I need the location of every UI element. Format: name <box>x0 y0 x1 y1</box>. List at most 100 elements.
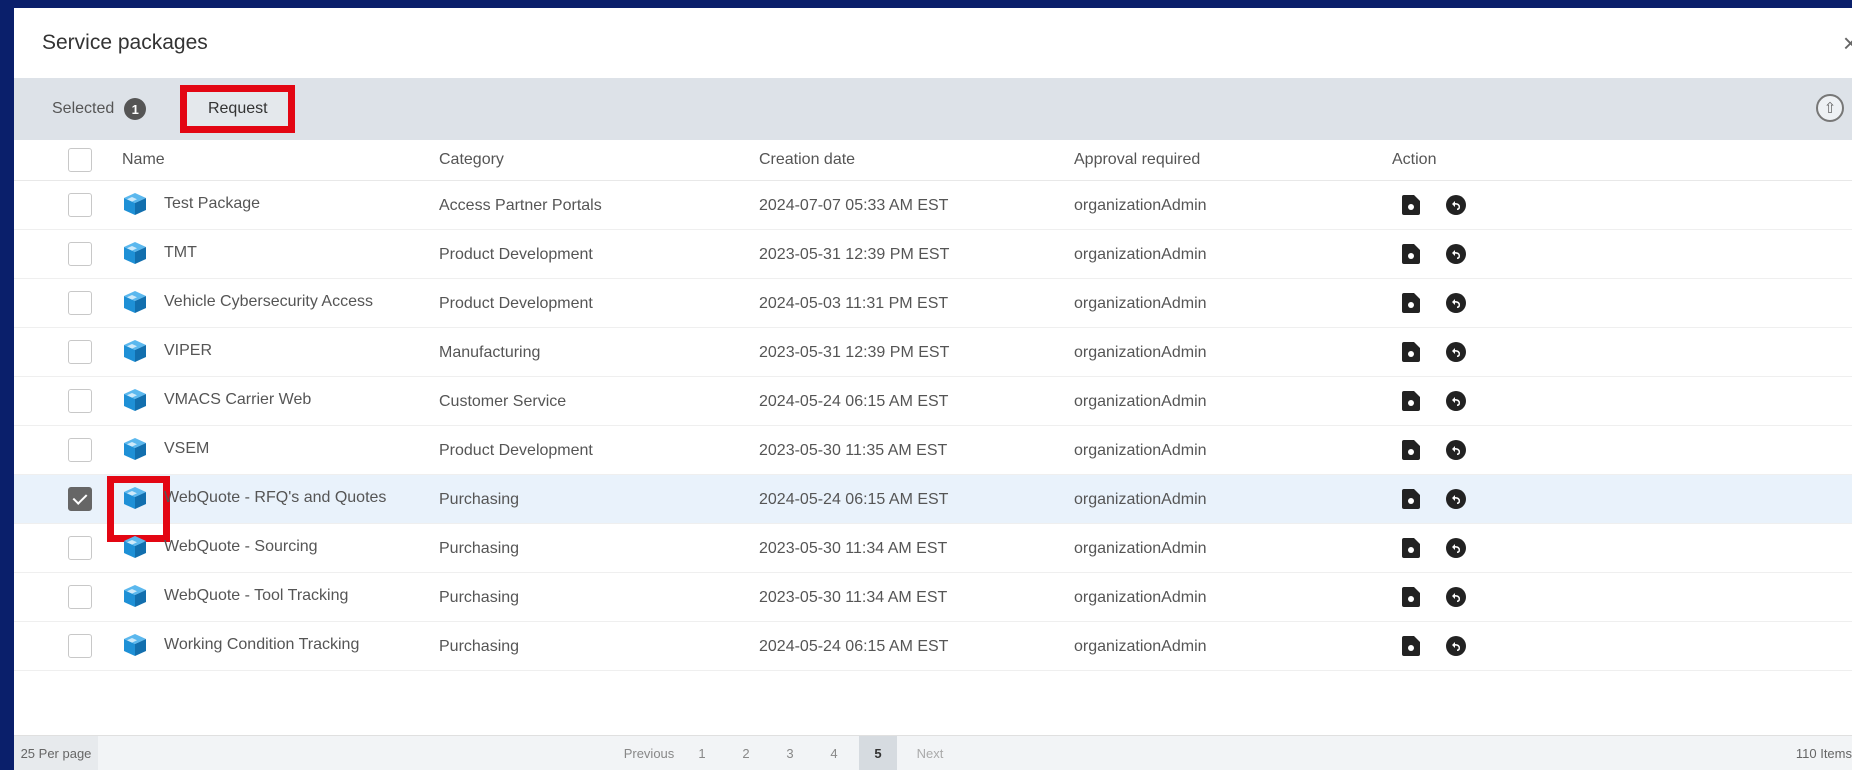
page-3-button[interactable]: 3 <box>768 736 812 770</box>
table-row[interactable]: TMT Product Development 2023-05-31 12:39 P… <box>14 230 1852 279</box>
table-row[interactable]: VMACS Carrier Web Customer Service 2024-05… <box>14 377 1852 426</box>
package-creation-date: 2023-05-30 11:35 AM EST <box>759 442 948 459</box>
package-creation-date: 2024-05-03 11:31 PM EST <box>759 295 949 312</box>
cube-package-icon <box>122 632 148 658</box>
row-checkbox[interactable] <box>68 389 92 418</box>
package-creation-date: 2024-05-24 06:15 AM EST <box>759 393 949 410</box>
document-icon[interactable] <box>1402 636 1420 656</box>
pager: Previous 1 2 3 4 5 Next <box>618 736 960 770</box>
package-creation-date: 2023-05-30 11:34 AM EST <box>759 540 948 557</box>
package-name[interactable]: WebQuote - RFQ's and Quotes <box>164 489 386 507</box>
package-category: Product Development <box>439 442 593 459</box>
page-5-button[interactable]: 5 <box>859 736 897 770</box>
package-approval: organizationAdmin <box>1074 393 1207 410</box>
row-checkbox[interactable] <box>68 634 92 663</box>
document-icon[interactable] <box>1402 391 1420 411</box>
undo-icon[interactable] <box>1446 244 1466 264</box>
undo-icon[interactable] <box>1446 195 1466 215</box>
package-creation-date: 2023-05-30 11:34 AM EST <box>759 589 948 606</box>
document-icon[interactable] <box>1402 342 1420 362</box>
table-row[interactable]: Test Package Access Partner Portals 2024-0… <box>14 181 1852 230</box>
undo-icon[interactable] <box>1446 489 1466 509</box>
header-creation-date[interactable]: Creation date <box>759 151 855 169</box>
package-category: Purchasing <box>439 638 520 655</box>
request-button-label: Request <box>207 100 268 117</box>
document-icon[interactable] <box>1402 587 1420 607</box>
document-icon[interactable] <box>1402 538 1420 558</box>
close-button[interactable]: × <box>1843 30 1852 56</box>
header-action: Action <box>1392 151 1437 168</box>
toolbar: Selected 1 Request ⇧ <box>14 78 1852 140</box>
package-name[interactable]: WebQuote - Sourcing <box>164 538 318 556</box>
pagination-footer: 25 Per page Previous 1 2 3 4 5 Next 110 … <box>14 735 1852 770</box>
package-category: Product Development <box>439 295 593 312</box>
page-4-button[interactable]: 4 <box>812 736 856 770</box>
header-name[interactable]: Name <box>122 151 165 169</box>
undo-icon[interactable] <box>1446 391 1466 411</box>
next-page-button[interactable]: Next <box>900 736 960 770</box>
cube-package-icon <box>122 191 148 217</box>
document-icon[interactable] <box>1402 293 1420 313</box>
row-checkbox[interactable] <box>68 476 170 542</box>
package-name[interactable]: Vehicle Cybersecurity Access <box>164 293 373 311</box>
undo-icon[interactable] <box>1446 636 1466 656</box>
package-name[interactable]: Working Condition Tracking <box>164 636 359 654</box>
package-creation-date: 2023-05-31 12:39 PM EST <box>759 246 950 263</box>
table-row[interactable]: WebQuote - Sourcing Purchasing 2023-05-30 … <box>14 524 1852 573</box>
table-row[interactable]: Working Condition Tracking Purchasing 2024… <box>14 622 1852 671</box>
package-approval: organizationAdmin <box>1074 491 1207 508</box>
table-row[interactable]: VIPER Manufacturing 2023-05-31 12:39 PM ES… <box>14 328 1852 377</box>
cube-package-icon <box>122 485 148 511</box>
undo-icon[interactable] <box>1446 293 1466 313</box>
row-checkbox[interactable] <box>68 438 92 467</box>
package-category: Purchasing <box>439 589 520 606</box>
row-checkbox[interactable] <box>68 242 92 271</box>
table-row[interactable]: WebQuote - Tool Tracking Purchasing 2023-0… <box>14 573 1852 622</box>
cube-package-icon <box>122 387 148 413</box>
table-row[interactable]: Vehicle Cybersecurity Access Product Deve… <box>14 279 1852 328</box>
undo-icon[interactable] <box>1446 440 1466 460</box>
request-button[interactable]: Request <box>180 85 296 133</box>
previous-page-button[interactable]: Previous <box>618 736 680 770</box>
per-page-selector[interactable]: 25 Per page <box>14 736 98 770</box>
package-approval: organizationAdmin <box>1074 540 1207 557</box>
selected-label: Selected <box>52 100 115 117</box>
row-checkbox[interactable] <box>68 193 92 222</box>
package-creation-date: 2023-05-31 12:39 PM EST <box>759 344 950 361</box>
package-category: Manufacturing <box>439 344 541 361</box>
header-category[interactable]: Category <box>439 151 504 169</box>
row-checkbox[interactable] <box>68 536 92 565</box>
row-checkbox[interactable] <box>68 585 92 614</box>
package-name[interactable]: VSEM <box>164 440 209 458</box>
package-name[interactable]: VIPER <box>164 342 212 360</box>
page-2-button[interactable]: 2 <box>724 736 768 770</box>
package-approval: organizationAdmin <box>1074 246 1207 263</box>
service-packages-dialog: Service packages × Selected 1 Request ⇧ … <box>14 8 1852 770</box>
cube-package-icon <box>122 240 148 266</box>
undo-icon[interactable] <box>1446 538 1466 558</box>
page-1-button[interactable]: 1 <box>680 736 724 770</box>
package-name[interactable]: Test Package <box>164 195 260 213</box>
scroll-top-icon[interactable]: ⇧ <box>1816 94 1844 122</box>
package-approval: organizationAdmin <box>1074 589 1207 606</box>
select-all-checkbox[interactable] <box>68 148 92 177</box>
table-row[interactable]: WebQuote - RFQ's and Quotes Purchasing 202… <box>14 475 1852 542</box>
cube-package-icon <box>122 436 148 462</box>
row-checkbox[interactable] <box>68 291 92 320</box>
package-name[interactable]: WebQuote - Tool Tracking <box>164 587 348 605</box>
undo-icon[interactable] <box>1446 342 1466 362</box>
package-category: Purchasing <box>439 491 520 508</box>
package-name[interactable]: VMACS Carrier Web <box>164 391 311 409</box>
document-icon[interactable] <box>1402 195 1420 215</box>
header-approval-required[interactable]: Approval required <box>1074 151 1200 169</box>
undo-icon[interactable] <box>1446 587 1466 607</box>
package-category: Customer Service <box>439 393 567 410</box>
document-icon[interactable] <box>1402 440 1420 460</box>
document-icon[interactable] <box>1402 489 1420 509</box>
document-icon[interactable] <box>1402 244 1420 264</box>
table-body: Test Package Access Partner Portals 2024-0… <box>14 181 1852 671</box>
table-row[interactable]: VSEM Product Development 2023-05-30 11:35 … <box>14 426 1852 475</box>
package-name[interactable]: TMT <box>164 244 197 262</box>
row-checkbox[interactable] <box>68 340 92 369</box>
selected-count-badge: 1 <box>124 98 147 120</box>
